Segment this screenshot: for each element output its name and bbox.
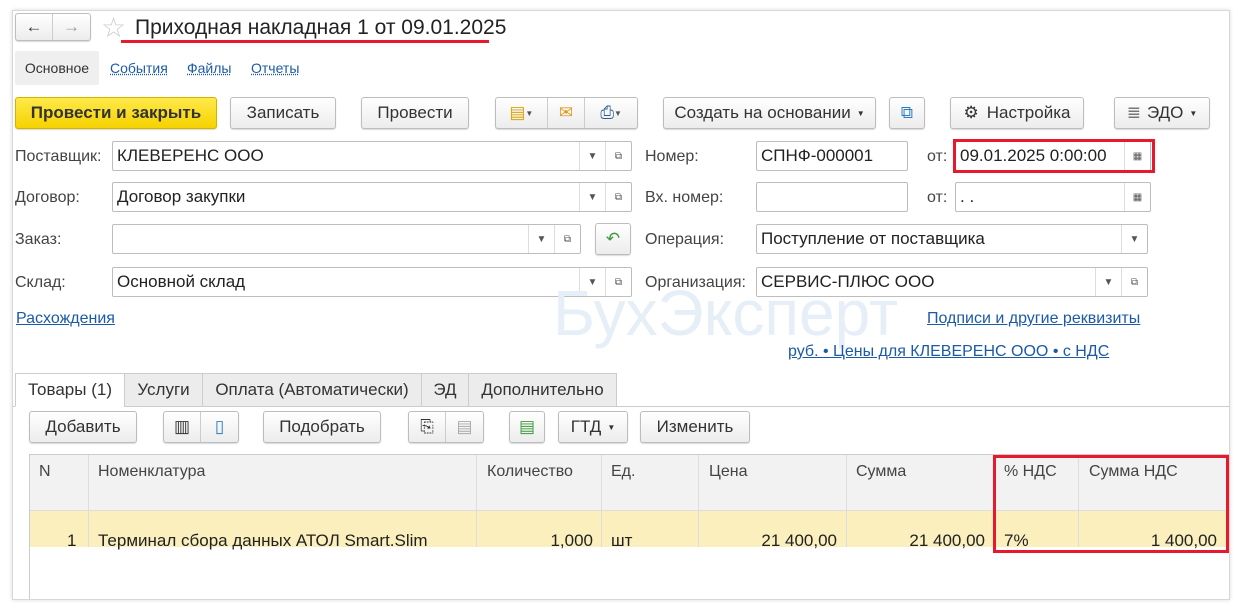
history-nav: ← → bbox=[15, 13, 91, 41]
open-icon[interactable]: ⧉ bbox=[554, 225, 580, 253]
email-icon[interactable]: ✉ bbox=[548, 98, 586, 128]
number-value: СПНФ-000001 bbox=[761, 146, 874, 165]
title-underline bbox=[121, 40, 489, 43]
date-label: от: bbox=[927, 148, 948, 165]
cell-unit: шт bbox=[611, 531, 633, 550]
create-based-on-button[interactable]: Создать на основании ▼ bbox=[663, 97, 876, 129]
tab-services[interactable]: Услуги bbox=[124, 373, 203, 407]
document-window: ← → ☆ Приходная накладная 1 от 09.01.202… bbox=[12, 10, 1230, 600]
tab-main[interactable]: Основное bbox=[15, 51, 99, 85]
operation-field[interactable]: Поступление от поставщика ▼ bbox=[756, 224, 1148, 254]
paste-icon[interactable]: ▤ bbox=[446, 412, 483, 442]
dropdown-icon[interactable]: ▼ bbox=[528, 225, 554, 253]
tab-ed[interactable]: ЭД bbox=[421, 373, 469, 407]
change-button[interactable]: Изменить bbox=[640, 411, 750, 443]
operation-value: Поступление от поставщика bbox=[761, 229, 985, 248]
number-label: Номер: bbox=[645, 148, 699, 165]
structure-icon[interactable]: ⧉ bbox=[889, 97, 925, 129]
settings-button[interactable]: ⚙ Настройка bbox=[950, 97, 1084, 129]
column-header-sum[interactable]: Сумма bbox=[856, 463, 906, 481]
incoming-date-label: от: bbox=[927, 189, 948, 206]
dropdown-icon[interactable]: ▼ bbox=[579, 142, 605, 170]
forward-button[interactable]: → bbox=[53, 14, 90, 40]
contract-value: Договор закупки bbox=[117, 187, 246, 206]
actions-group: ▤ ▼ ✉ ⎙ ▼ bbox=[495, 97, 638, 129]
incoming-date-field[interactable]: . . ▦ bbox=[955, 182, 1151, 212]
attach-file-icon[interactable]: ▤ ▼ bbox=[496, 98, 548, 128]
signatures-link[interactable]: Подписи и другие реквизиты bbox=[927, 310, 1140, 328]
warehouse-value: Основной склад bbox=[117, 272, 246, 291]
column-header-quantity[interactable]: Количество bbox=[487, 463, 573, 481]
cell-sum: 21 400,00 bbox=[909, 531, 985, 550]
column-header-item[interactable]: Номенклатура bbox=[98, 463, 205, 481]
open-icon[interactable]: ⧉ bbox=[1121, 268, 1147, 296]
tab-files[interactable]: Файлы bbox=[187, 60, 231, 76]
number-field[interactable]: СПНФ-000001 bbox=[756, 141, 908, 171]
clipboard-group: ⎘ ▤ bbox=[408, 411, 484, 443]
dropdown-icon[interactable]: ▼ bbox=[579, 183, 605, 211]
cell-n: 1 bbox=[67, 531, 77, 550]
cell-price: 21 400,00 bbox=[761, 531, 837, 550]
vat-highlight bbox=[993, 455, 1229, 553]
gtd-label: ГТД bbox=[570, 417, 602, 436]
discrepancies-link[interactable]: Расхождения bbox=[16, 310, 115, 328]
tab-additional[interactable]: Дополнительно bbox=[468, 373, 617, 407]
warehouse-label: Склад: bbox=[15, 274, 66, 291]
scan-group: ▥ ▯ bbox=[163, 411, 239, 443]
settings-label: Настройка bbox=[986, 103, 1071, 122]
date-highlight bbox=[953, 139, 1155, 173]
organization-field[interactable]: СЕРВИС-ПЛЮС ООО ▼ ⧉ bbox=[756, 267, 1148, 297]
fill-from-order-icon[interactable]: ↶ bbox=[595, 223, 631, 255]
contract-field[interactable]: Договор закупки ▼ ⧉ bbox=[112, 182, 632, 212]
organization-label: Организация: bbox=[645, 274, 746, 291]
order-label: Заказ: bbox=[15, 231, 62, 248]
tab-goods[interactable]: Товары (1) bbox=[15, 373, 125, 407]
cell-item: Терминал сбора данных АТОЛ Smart.Slim bbox=[98, 531, 428, 550]
organization-value: СЕРВИС-ПЛЮС ООО bbox=[761, 272, 935, 291]
column-header-n[interactable]: N bbox=[39, 463, 51, 481]
incoming-date-value: . . bbox=[960, 187, 975, 206]
create-based-label: Создать на основании bbox=[674, 103, 851, 122]
cell-quantity: 1,000 bbox=[550, 531, 593, 550]
dropdown-icon[interactable]: ▼ bbox=[1095, 268, 1121, 296]
tab-events[interactable]: События bbox=[110, 60, 168, 76]
order-field[interactable]: ▼ ⧉ bbox=[112, 224, 581, 254]
save-button[interactable]: Записать bbox=[230, 97, 336, 129]
operation-label: Операция: bbox=[645, 231, 725, 248]
supplier-field[interactable]: КЛЕВЕРЕНС ООО ▼ ⧉ bbox=[112, 141, 632, 171]
pick-button[interactable]: Подобрать bbox=[263, 411, 381, 443]
column-header-price[interactable]: Цена bbox=[709, 463, 747, 481]
gtd-button[interactable]: ГТД ▼ bbox=[558, 411, 628, 443]
back-button[interactable]: ← bbox=[16, 14, 54, 40]
page-title: Приходная накладная 1 от 09.01.2025 bbox=[135, 16, 507, 39]
column-header-unit[interactable]: Ед. bbox=[611, 463, 635, 481]
edo-label: ЭДО bbox=[1146, 103, 1184, 122]
print-icon[interactable]: ⎙ ▼ bbox=[585, 98, 637, 128]
supplier-label: Поставщик: bbox=[15, 148, 102, 165]
incoming-number-label: Вх. номер: bbox=[645, 189, 724, 206]
load-table-icon[interactable]: ▤ bbox=[509, 411, 545, 443]
copy-icon[interactable]: ⎘ bbox=[409, 412, 447, 442]
prices-link[interactable]: руб. • Цены для КЛЕВЕРЕНС ООО • с НДС bbox=[788, 343, 1109, 361]
edo-button[interactable]: ≣ ЭДО ▼ bbox=[1114, 97, 1210, 129]
tab-reports[interactable]: Отчеты bbox=[251, 60, 299, 76]
dropdown-icon[interactable]: ▼ bbox=[1121, 225, 1147, 253]
incoming-number-field[interactable] bbox=[756, 182, 908, 212]
supplier-value: КЛЕВЕРЕНС ООО bbox=[117, 146, 264, 165]
data-terminal-icon[interactable]: ▯ bbox=[201, 412, 238, 442]
post-button[interactable]: Провести bbox=[361, 97, 469, 129]
tab-payment[interactable]: Оплата (Автоматически) bbox=[202, 373, 422, 407]
add-button[interactable]: Добавить bbox=[29, 411, 137, 443]
edo-icon: ≣ bbox=[1126, 103, 1141, 122]
open-icon[interactable]: ⧉ bbox=[605, 142, 631, 170]
barcode-search-icon[interactable]: ▥ bbox=[164, 412, 202, 442]
post-and-close-button[interactable]: Провести и закрыть bbox=[15, 97, 217, 129]
calendar-icon[interactable]: ▦ bbox=[1124, 183, 1150, 211]
contract-label: Договор: bbox=[15, 189, 80, 206]
open-icon[interactable]: ⧉ bbox=[605, 183, 631, 211]
gear-icon: ⚙ bbox=[963, 103, 979, 122]
